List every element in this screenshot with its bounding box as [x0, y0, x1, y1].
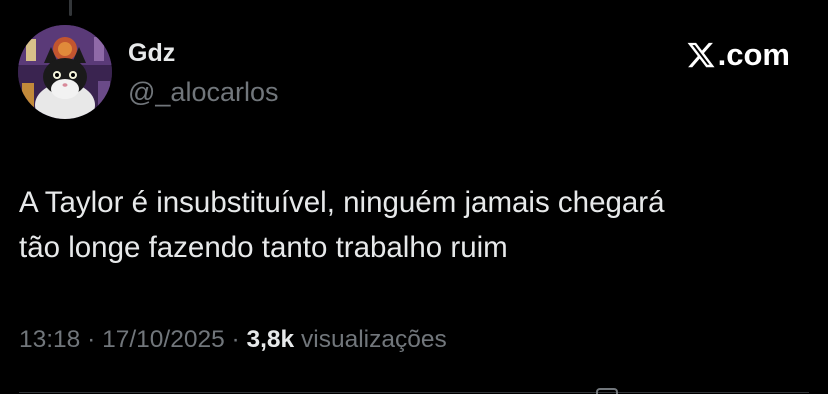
tweet-text-line: tão longe fazendo tanto trabalho ruim — [19, 231, 508, 264]
views-label: visualizações — [294, 326, 447, 353]
tweet-card: Gdz @_alocarlos .com A Taylor é insubsti… — [0, 0, 828, 394]
x-logo-icon — [687, 42, 715, 68]
author-handle[interactable]: @_alocarlos — [128, 76, 278, 108]
divider — [19, 392, 809, 393]
meta-separator: · — [224, 326, 247, 353]
author-display-name[interactable]: Gdz — [128, 38, 175, 68]
thread-connector-line — [69, 0, 72, 16]
x-brand-logo: .com — [686, 35, 790, 75]
avatar[interactable] — [18, 25, 112, 119]
tweet-text: A Taylor é insubstituível, ninguém jamai… — [19, 180, 819, 270]
x-logo-text: .com — [717, 37, 790, 72]
bookmark-icon[interactable] — [596, 388, 618, 394]
meta-separator: · — [80, 326, 103, 353]
views-count[interactable]: 3,8k — [247, 326, 295, 353]
tweet-date[interactable]: 17/10/2025 — [102, 326, 225, 353]
cat-avatar-icon — [18, 25, 112, 119]
tweet-metadata: 13:18 · 17/10/2025 · 3,8k visualizações — [19, 324, 447, 356]
tweet-time[interactable]: 13:18 — [19, 326, 80, 353]
tweet-text-line: A Taylor é insubstituível, ninguém jamai… — [19, 186, 665, 219]
